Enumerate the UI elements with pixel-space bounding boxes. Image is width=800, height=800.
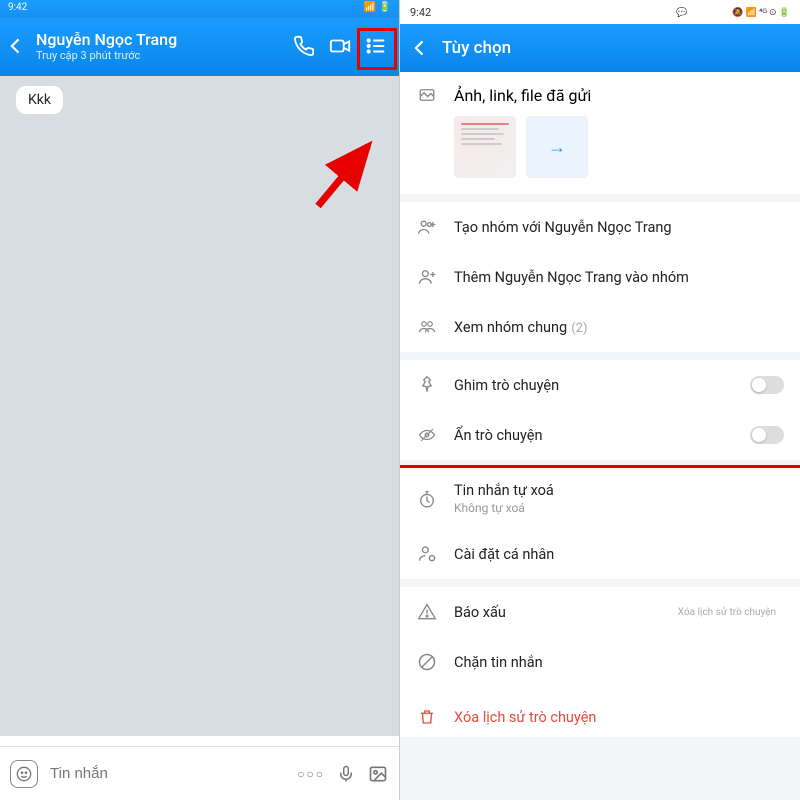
more-icon[interactable]: ○○○: [297, 767, 325, 781]
media-row[interactable]: Ảnh, link, file đã gửi →: [400, 72, 800, 194]
emoji-icon[interactable]: [10, 760, 38, 788]
chat-messages-area[interactable]: Kkk: [0, 76, 399, 736]
add-to-group-label: Thêm Nguyễn Ngọc Trang vào nhóm: [454, 269, 784, 286]
settings-body: Ảnh, link, file đã gửi → Tạo nhóm với Ng…: [400, 72, 800, 800]
chat-screen: 9:42 📶 🔋 Nguyễn Ngọc Trang Truy cập 3 ph…: [0, 0, 400, 800]
delete-history-sublabel: Xóa lịch sử trò chuyện: [678, 607, 776, 618]
hide-chat-row[interactable]: Ẩn trò chuyện: [400, 410, 800, 460]
pin-icon: [416, 374, 438, 396]
back-icon[interactable]: [6, 36, 32, 56]
settings-title: Tùy chọn: [442, 38, 511, 58]
pin-toggle[interactable]: [750, 376, 784, 394]
menu-highlight-box: [357, 28, 397, 70]
contact-status: Truy cập 3 phút trước: [36, 49, 293, 62]
timer-icon: [416, 488, 438, 510]
personal-settings-label: Cài đặt cá nhân: [454, 546, 784, 563]
media-section: Ảnh, link, file đã gửi →: [400, 72, 800, 194]
trash-icon: [416, 706, 438, 728]
gallery-icon: [416, 84, 438, 106]
contact-name: Nguyễn Ngọc Trang: [36, 30, 293, 49]
media-thumb[interactable]: [454, 116, 516, 178]
warning-icon: [416, 601, 438, 623]
status-time: 9:42: [410, 6, 431, 19]
view-groups-label: Xem nhóm chung(2): [454, 319, 784, 336]
voice-call-icon[interactable]: [293, 35, 315, 57]
image-icon[interactable]: [367, 764, 389, 784]
back-icon[interactable]: [410, 38, 430, 58]
status-icons: 💬 🔕 📶 ⁴ᴳ ⊙ 🔋: [676, 7, 790, 18]
pin-chat-label: Ghim trò chuyện: [454, 377, 734, 394]
delete-history-label: Xóa lịch sử trò chuyện: [454, 709, 784, 726]
personal-section: Cài đặt cá nhân: [400, 529, 800, 579]
hide-chat-label: Ẩn trò chuyện: [454, 427, 734, 444]
block-icon: [416, 651, 438, 673]
user-gear-icon: [416, 543, 438, 565]
hide-toggle[interactable]: [750, 426, 784, 444]
chat-input-bar: ○○○: [0, 746, 399, 800]
settings-header: Tùy chọn: [400, 24, 800, 72]
media-thumbs: →: [454, 116, 784, 178]
status-bar: 9:42 💬 🔕 📶 ⁴ᴳ ⊙ 🔋: [400, 0, 800, 24]
status-time: 9:42: [8, 2, 27, 16]
media-more-icon[interactable]: →: [526, 116, 588, 178]
message-bubble[interactable]: Kkk: [16, 86, 63, 114]
microphone-icon[interactable]: [337, 763, 355, 785]
eye-off-icon: [416, 424, 438, 446]
group-add-icon: [416, 216, 438, 238]
media-label: Ảnh, link, file đã gửi: [454, 86, 784, 105]
status-bar: 9:42 📶 🔋: [0, 0, 399, 18]
video-call-icon[interactable]: [329, 35, 351, 57]
auto-delete-section: Tin nhắn tự xoá Không tự xoá: [400, 465, 800, 532]
block-label: Chặn tin nhắn: [454, 654, 784, 671]
actions-section: Báo xấu Xóa lịch sử trò chuyện Chặn tin …: [400, 587, 800, 737]
view-groups-row[interactable]: Xem nhóm chung(2): [400, 302, 800, 352]
message-input[interactable]: [50, 765, 285, 782]
chat-settings-section: Ghim trò chuyện Ẩn trò chuyện: [400, 360, 800, 460]
personal-settings-row[interactable]: Cài đặt cá nhân: [400, 529, 800, 579]
group-icon: [416, 316, 438, 338]
report-row[interactable]: Báo xấu Xóa lịch sử trò chuyện: [400, 587, 800, 637]
options-screen: 9:42 💬 🔕 📶 ⁴ᴳ ⊙ 🔋 Tùy chọn Ảnh, link, fi…: [400, 0, 800, 800]
status-icons: 📶 🔋: [364, 2, 391, 16]
block-row[interactable]: Chặn tin nhắn: [400, 637, 800, 687]
delete-history-row[interactable]: Xóa lịch sử trò chuyện: [400, 687, 800, 737]
contact-info[interactable]: Nguyễn Ngọc Trang Truy cập 3 phút trước: [36, 30, 293, 62]
add-to-group-row[interactable]: Thêm Nguyễn Ngọc Trang vào nhóm: [400, 252, 800, 302]
group-section: Tạo nhóm với Nguyễn Ngọc Trang Thêm Nguy…: [400, 202, 800, 352]
annotation-arrow: [308, 136, 388, 216]
create-group-row[interactable]: Tạo nhóm với Nguyễn Ngọc Trang: [400, 202, 800, 252]
create-group-label: Tạo nhóm với Nguyễn Ngọc Trang: [454, 219, 784, 236]
pin-chat-row[interactable]: Ghim trò chuyện: [400, 360, 800, 410]
chat-header: Nguyễn Ngọc Trang Truy cập 3 phút trước: [0, 18, 399, 76]
auto-delete-label: Tin nhắn tự xoá Không tự xoá: [454, 482, 784, 515]
auto-delete-row[interactable]: Tin nhắn tự xoá Không tự xoá: [400, 468, 800, 529]
person-add-icon: [416, 266, 438, 288]
